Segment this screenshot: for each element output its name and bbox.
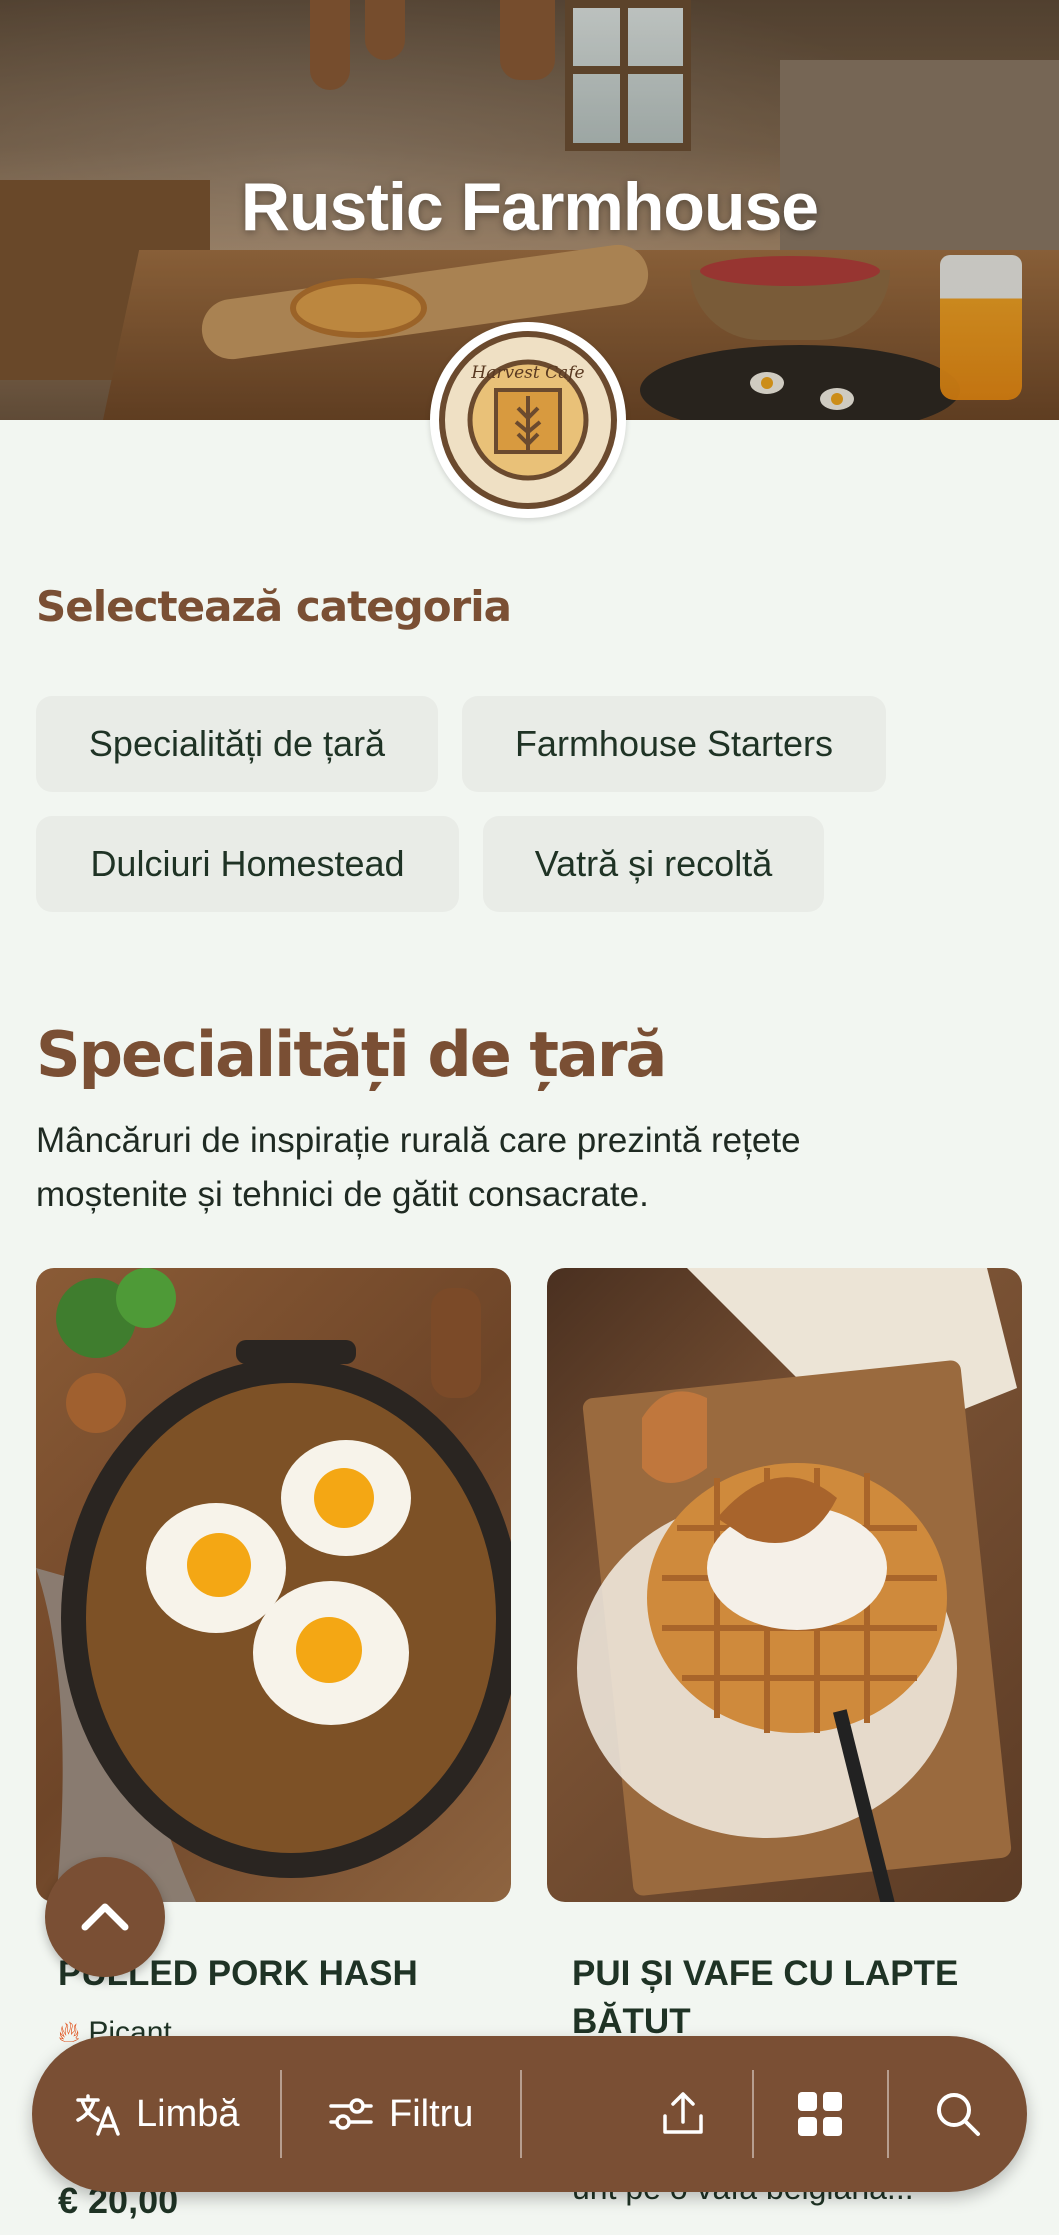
item-name[interactable]: PUI ȘI VAFE CU LAPTE BĂTUT [572,1950,1012,2046]
language-label: Limbă [136,2092,240,2135]
scroll-top-button[interactable] [45,1857,165,1977]
share-button[interactable] [657,2036,709,2192]
description-line: Mâncăruri de inspirație rurală care prez… [36,1121,801,1160]
divider [887,2070,889,2158]
chip-vatra-si-recolta[interactable]: Vatră și recoltă [483,816,824,912]
search-icon [937,2093,980,2136]
restaurant-logo: Harvest Cafe [430,322,626,518]
section-title: Specialități de țară [36,1018,667,1091]
filter-label: Filtru [389,2092,474,2135]
item-name-line: PUI ȘI VAFE CU LAPTE [572,1954,959,1993]
logo-text: Harvest Cafe [470,363,584,383]
category-heading: Selectează categoria [36,582,512,631]
restaurant-title: Rustic Farmhouse [240,169,819,245]
description-line: moștenite și tehnici de gătit consacrate… [36,1175,649,1214]
chevron-up-icon [81,1903,129,1931]
grid-icon [798,2092,842,2136]
divider [280,2070,282,2158]
chip-specialitati[interactable]: Specialități de țară [36,696,438,792]
divider [520,2070,522,2158]
chip-dulciuri-homestead[interactable]: Dulciuri Homestead [36,816,459,912]
filter-button[interactable]: Filtru [327,2036,473,2192]
search-button[interactable] [932,2036,984,2192]
chip-farmhouse-starters[interactable]: Farmhouse Starters [462,696,886,792]
divider [752,2070,754,2158]
share-icon [663,2092,703,2134]
section-description: Mâncăruri de inspirație rurală care prez… [36,1114,916,1222]
sliders-icon [329,2098,373,2130]
translate-icon [76,2094,120,2136]
grid-view-button[interactable] [794,2036,846,2192]
bottom-toolbar: Limbă Filtru [32,2036,1027,2192]
language-button[interactable]: Limbă [74,2036,240,2192]
item-image-pulled-pork-hash[interactable] [36,1268,511,1902]
item-image-pui-si-vafe[interactable] [547,1268,1022,1902]
